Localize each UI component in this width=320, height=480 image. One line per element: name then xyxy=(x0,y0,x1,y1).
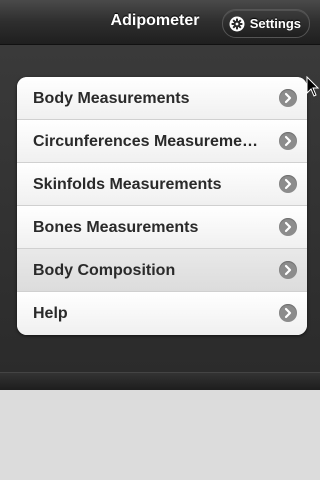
menu-item-label: Bones Measurements xyxy=(33,219,199,236)
main-content: Body Measurements Circunferences Measure… xyxy=(0,45,320,372)
menu-item-circunferences-measurements[interactable]: Circunferences Measurements xyxy=(17,120,307,163)
menu-item-label: Circunferences Measurements xyxy=(33,133,266,150)
chevron-right-icon xyxy=(279,89,297,107)
menu-item-body-composition[interactable]: Body Composition xyxy=(17,249,307,292)
menu-item-label: Body Measurements xyxy=(33,90,190,107)
chevron-right-icon xyxy=(279,304,297,322)
chevron-right-icon xyxy=(279,132,297,150)
chevron-right-icon xyxy=(279,218,297,236)
menu-item-help[interactable]: Help xyxy=(17,292,307,335)
menu-item-label: Body Composition xyxy=(33,262,176,279)
settings-button[interactable]: Settings xyxy=(221,9,310,38)
menu-item-label: Skinfolds Measurements xyxy=(33,176,222,193)
header-bar: Adipometer Settings xyxy=(0,0,320,45)
chevron-right-icon xyxy=(279,261,297,279)
footer-bar xyxy=(0,372,320,391)
menu-item-body-measurements[interactable]: Body Measurements xyxy=(17,77,307,120)
gear-icon xyxy=(229,16,245,32)
mouse-cursor-icon xyxy=(306,75,320,98)
settings-button-label: Settings xyxy=(249,16,301,31)
bottom-blank-area xyxy=(0,390,320,480)
menu-list: Body Measurements Circunferences Measure… xyxy=(17,77,307,335)
menu-item-skinfolds-measurements[interactable]: Skinfolds Measurements xyxy=(17,163,307,206)
menu-item-bones-measurements[interactable]: Bones Measurements xyxy=(17,206,307,249)
chevron-right-icon xyxy=(279,175,297,193)
menu-item-label: Help xyxy=(33,305,68,322)
